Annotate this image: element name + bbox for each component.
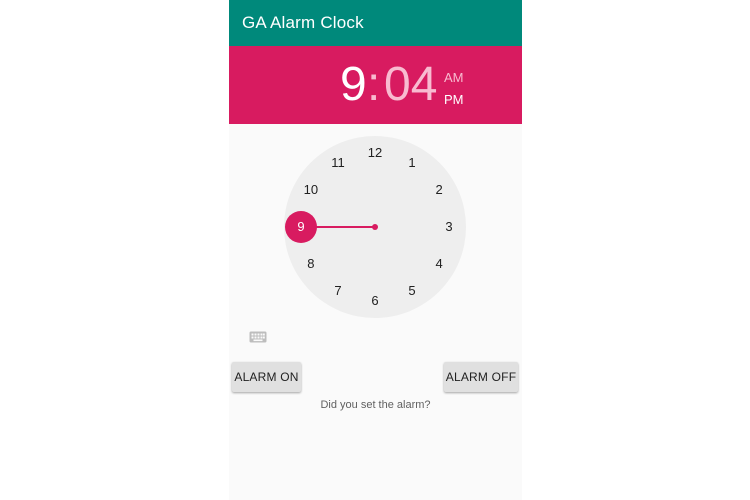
dial-number-8[interactable]: 8 xyxy=(299,255,323,273)
dial-number-2[interactable]: 2 xyxy=(427,181,451,199)
dial-number-1[interactable]: 1 xyxy=(400,154,424,172)
dial-number-10[interactable]: 10 xyxy=(299,181,323,199)
dial-number-11[interactable]: 11 xyxy=(326,154,350,172)
clock-dial[interactable]: 12 1 2 3 4 5 6 7 8 9 10 11 xyxy=(284,136,466,318)
alarm-on-button[interactable]: ALARM ON xyxy=(232,362,301,392)
app-screen: GA Alarm Clock 9 : 04 AM PM 12 1 2 3 4 5… xyxy=(229,0,522,500)
app-title: GA Alarm Clock xyxy=(242,13,364,32)
keyboard-icon[interactable] xyxy=(249,330,267,344)
dial-number-9[interactable]: 9 xyxy=(289,218,313,236)
dial-number-5[interactable]: 5 xyxy=(400,282,424,300)
time-separator: : xyxy=(367,58,381,111)
pm-toggle[interactable]: PM xyxy=(444,92,464,107)
minute-display[interactable]: 04 xyxy=(384,60,437,110)
dial-number-7[interactable]: 7 xyxy=(326,282,350,300)
dial-number-3[interactable]: 3 xyxy=(437,218,461,236)
status-message: Did you set the alarm? xyxy=(320,399,431,411)
alarm-off-button[interactable]: ALARM OFF xyxy=(444,362,518,392)
am-toggle[interactable]: AM xyxy=(444,70,464,85)
time-header: 9 : 04 AM PM xyxy=(229,46,522,124)
clock-center-dot xyxy=(372,224,378,230)
dial-number-4[interactable]: 4 xyxy=(427,255,451,273)
app-bar: GA Alarm Clock xyxy=(229,0,522,46)
dial-number-12[interactable]: 12 xyxy=(363,144,387,162)
hour-display[interactable]: 9 xyxy=(340,60,367,110)
dial-number-6[interactable]: 6 xyxy=(363,292,387,310)
